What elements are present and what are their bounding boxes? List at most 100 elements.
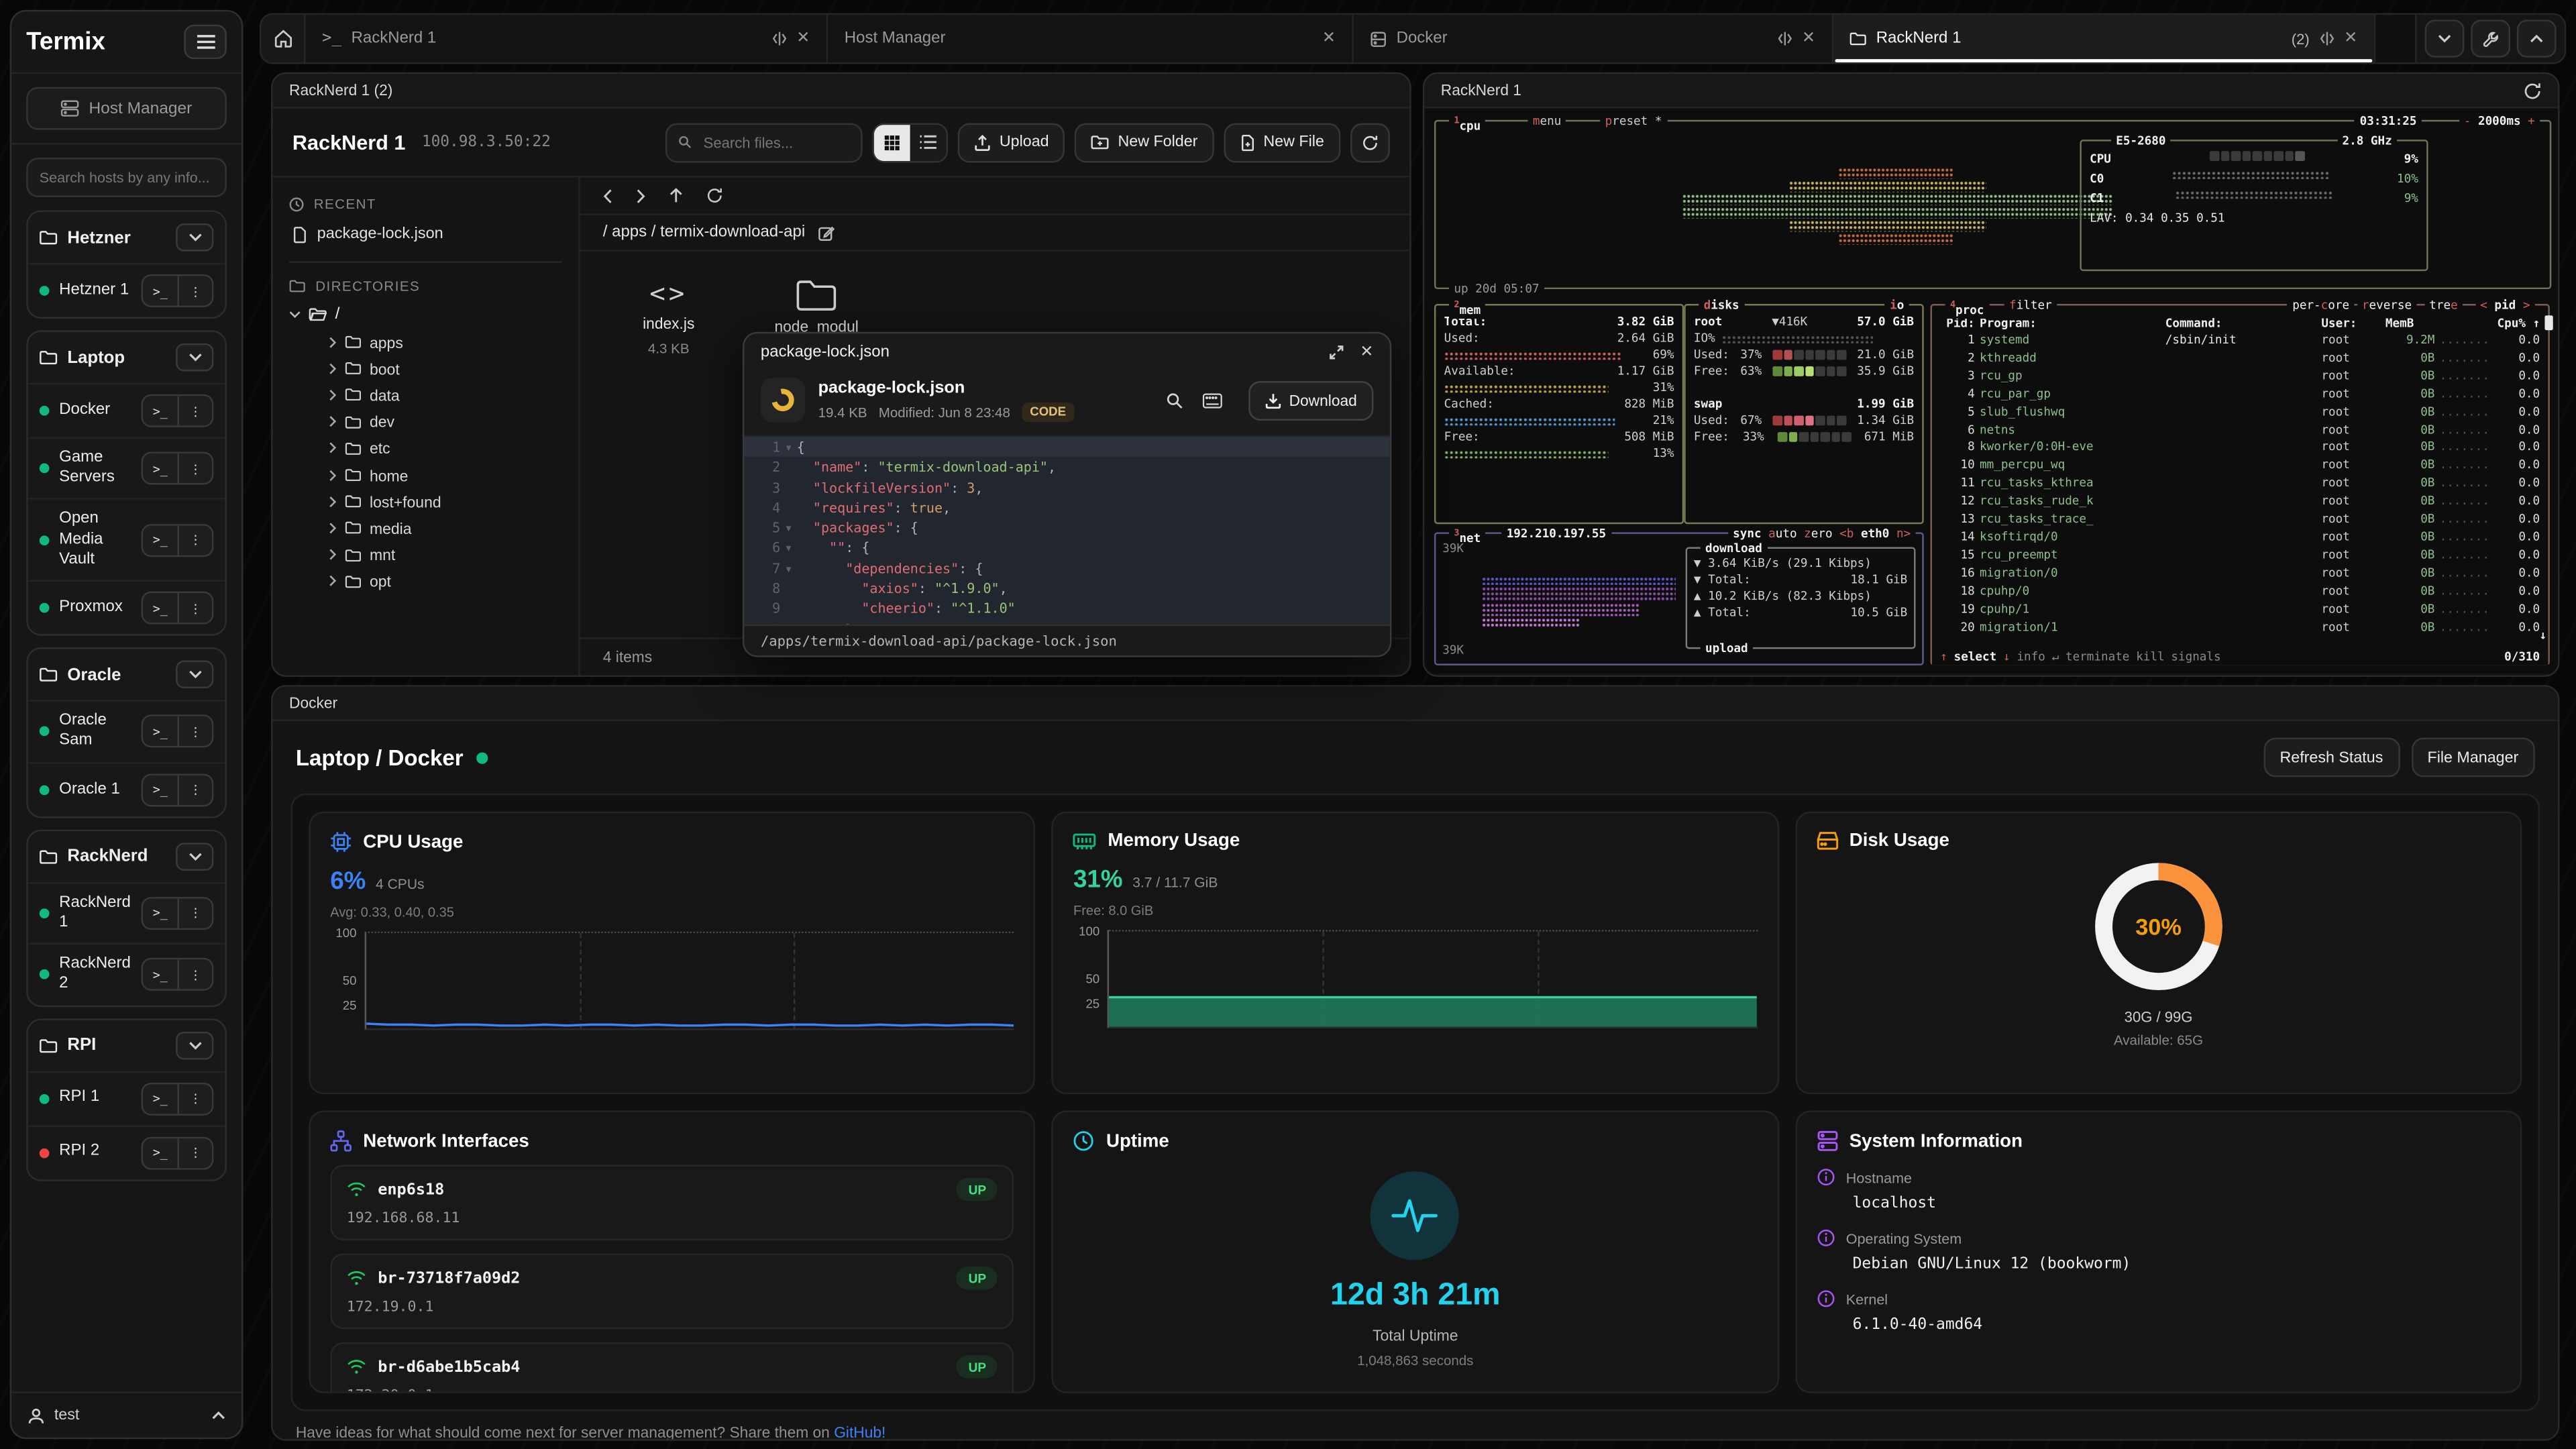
tree-directory-item[interactable]: boot	[289, 355, 562, 382]
host-terminal-button[interactable]: >_	[143, 1083, 177, 1113]
group-header[interactable]: Hetzner	[28, 212, 225, 263]
new-file-button[interactable]: New File	[1224, 122, 1341, 162]
sidebar-menu-button[interactable]	[184, 25, 227, 59]
refresh-button[interactable]	[1350, 122, 1390, 162]
up-icon[interactable]	[669, 187, 684, 203]
chevron-up-icon[interactable]	[212, 1411, 225, 1419]
host-menu-button[interactable]: ⋮	[177, 960, 211, 989]
tree-directory-item[interactable]: home	[289, 462, 562, 488]
close-icon[interactable]: ✕	[1802, 30, 1815, 48]
tree-directory-item[interactable]: lost+found	[289, 488, 562, 515]
group-header[interactable]: RackNerd	[28, 830, 225, 881]
host-item[interactable]: RackNerd 1 >_⋮	[28, 881, 225, 943]
close-icon[interactable]: ✕	[1322, 30, 1336, 48]
tree-directory-item[interactable]: opt	[289, 568, 562, 595]
file-search-input[interactable]	[666, 122, 863, 162]
upload-button[interactable]: Upload	[959, 122, 1065, 162]
host-terminal-button[interactable]: >_	[143, 396, 177, 425]
home-button[interactable]	[261, 15, 305, 62]
host-terminal-button[interactable]: >_	[143, 775, 177, 804]
github-link[interactable]: GitHub!	[834, 1424, 885, 1440]
tree-directory-item[interactable]: media	[289, 515, 562, 541]
grid-view-button[interactable]	[875, 124, 911, 160]
edit-path-icon[interactable]	[818, 224, 835, 240]
host-item[interactable]: Oracle Sam >_⋮	[28, 700, 225, 762]
group-header[interactable]: Laptop	[28, 332, 225, 383]
host-terminal-button[interactable]: >_	[143, 717, 177, 747]
host-item[interactable]: RackNerd 2 >_⋮	[28, 943, 225, 1005]
close-icon[interactable]: ✕	[796, 30, 810, 48]
host-item[interactable]: RPI 2 >_⋮	[28, 1125, 225, 1179]
host-menu-button[interactable]: ⋮	[177, 525, 211, 555]
split-icon[interactable]	[1777, 32, 1792, 46]
tabs-collapse-button[interactable]	[2425, 19, 2465, 57]
recent-file-item[interactable]: package-lock.json	[289, 219, 562, 250]
host-menu-button[interactable]: ⋮	[177, 775, 211, 804]
tree-directory-item[interactable]: data	[289, 382, 562, 409]
search-in-file-icon[interactable]	[1166, 392, 1182, 408]
back-icon[interactable]	[603, 188, 613, 203]
host-search-input[interactable]	[26, 158, 227, 197]
host-item[interactable]: Proxmox >_⋮	[28, 580, 225, 635]
host-menu-button[interactable]: ⋮	[177, 396, 211, 425]
sync-icon[interactable]	[2524, 81, 2542, 99]
host-item[interactable]: Hetzner 1 >_⋮	[28, 263, 225, 317]
group-header[interactable]: RPI	[28, 1020, 225, 1071]
host-menu-button[interactable]: ⋮	[177, 717, 211, 747]
download-button[interactable]: Download	[1248, 380, 1373, 420]
host-terminal-button[interactable]: >_	[143, 525, 177, 555]
tab-racknerd1-files[interactable]: RackNerd 1 (2) ✕	[1833, 15, 2375, 62]
tree-directory-item[interactable]: apps	[289, 329, 562, 356]
collapse-group-button[interactable]	[176, 661, 213, 689]
tools-button[interactable]	[2471, 19, 2510, 57]
code-preview[interactable]: 1▾{2 "name": "termix-download-api",3 "lo…	[744, 435, 1389, 625]
host-terminal-button[interactable]: >_	[143, 276, 177, 305]
forward-icon[interactable]	[636, 188, 646, 203]
host-item[interactable]: RPI 1 >_⋮	[28, 1071, 225, 1125]
interface-item[interactable]: br-73718f7a09d2 UP 172.19.0.1	[330, 1254, 1014, 1330]
refresh-status-button[interactable]: Refresh Status	[2263, 738, 2400, 777]
tab-racknerd1-terminal[interactable]: >_ RackNerd 1 ✕	[306, 15, 828, 62]
host-menu-button[interactable]: ⋮	[177, 1083, 211, 1113]
split-icon[interactable]	[771, 32, 786, 46]
host-item[interactable]: Open Media Vault >_⋮	[28, 498, 225, 580]
host-menu-button[interactable]: ⋮	[177, 594, 211, 623]
collapse-group-button[interactable]	[176, 343, 213, 372]
host-menu-button[interactable]: ⋮	[177, 276, 211, 305]
collapse-group-button[interactable]	[176, 842, 213, 870]
tree-directory-item[interactable]: dev	[289, 409, 562, 435]
host-terminal-button[interactable]: >_	[143, 453, 177, 483]
editor-icon[interactable]	[1202, 392, 1222, 408]
refresh-icon[interactable]	[706, 187, 722, 203]
host-menu-button[interactable]: ⋮	[177, 898, 211, 928]
host-menu-button[interactable]: ⋮	[177, 1138, 211, 1167]
collapse-group-button[interactable]	[176, 223, 213, 252]
host-item[interactable]: Oracle 1 >_⋮	[28, 761, 225, 816]
host-item[interactable]: Game Servers >_⋮	[28, 437, 225, 498]
file-item-indexjs[interactable]: <> index.js 4.3 KB	[623, 278, 714, 357]
new-folder-button[interactable]: New Folder	[1075, 122, 1214, 162]
tab-docker[interactable]: Docker ✕	[1354, 15, 1833, 62]
collapse-group-button[interactable]	[176, 1031, 213, 1059]
tree-root-item[interactable]: /	[289, 301, 562, 329]
process-list[interactable]: 1 systemd /sbin/init root 9.2M ....... 0…	[1932, 332, 2548, 637]
expand-icon[interactable]	[1329, 345, 1344, 360]
tree-directory-item[interactable]: mnt	[289, 541, 562, 568]
host-manager-button[interactable]: Host Manager	[26, 87, 227, 130]
host-menu-button[interactable]: ⋮	[177, 453, 211, 483]
interface-item[interactable]: br-d6abe1b5cab4 UP 172.20.0.1	[330, 1342, 1014, 1393]
host-terminal-button[interactable]: >_	[143, 1138, 177, 1167]
list-view-button[interactable]	[911, 124, 947, 160]
file-manager-button[interactable]: File Manager	[2411, 738, 2535, 777]
split-icon[interactable]	[2319, 32, 2334, 46]
terminal-screen[interactable]: 1cpu menu preset * 03:31:25 - 2000ms + u…	[1424, 109, 2558, 674]
group-header[interactable]: Oracle	[28, 649, 225, 700]
host-item[interactable]: Docker >_⋮	[28, 383, 225, 437]
tab-host-manager[interactable]: Host Manager ✕	[828, 15, 1354, 62]
interface-item[interactable]: enp6s18 UP 192.168.68.11	[330, 1165, 1014, 1240]
host-terminal-button[interactable]: >_	[143, 594, 177, 623]
close-icon[interactable]: ✕	[1360, 343, 1373, 362]
tree-directory-item[interactable]: etc	[289, 435, 562, 462]
close-icon[interactable]: ✕	[2344, 30, 2357, 48]
host-terminal-button[interactable]: >_	[143, 898, 177, 928]
